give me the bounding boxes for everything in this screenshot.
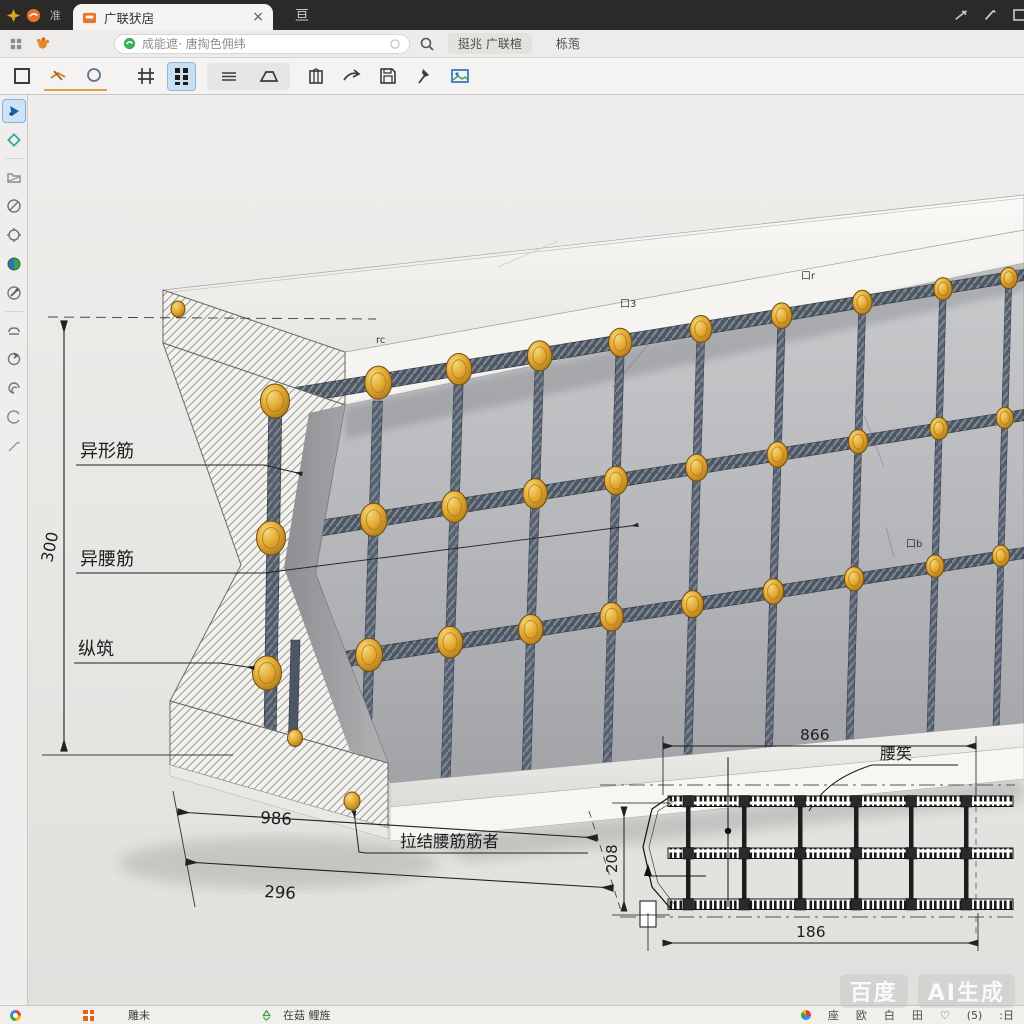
pencil-icon[interactable] bbox=[983, 8, 997, 22]
toolbar-layers-button[interactable] bbox=[215, 63, 242, 90]
favorite-paw-icon[interactable] bbox=[35, 36, 50, 51]
status-left-label: 雕未 bbox=[128, 1007, 150, 1023]
detail-dim-top-text: 866 bbox=[800, 726, 830, 744]
toolbar-pin-button[interactable] bbox=[410, 63, 437, 90]
address-action-button[interactable]: 挺兆 广联楦 bbox=[448, 33, 532, 54]
status-glyph[interactable]: 白 bbox=[884, 1007, 895, 1023]
watermark-suffix: AI生成 bbox=[918, 974, 1015, 1008]
recycle-icon bbox=[260, 1009, 273, 1022]
toolbar-image-button[interactable] bbox=[446, 63, 473, 90]
status-left-label-2: 在菇 鲤旌 bbox=[283, 1007, 331, 1023]
label-detail-waist: 腰笶 bbox=[880, 744, 912, 763]
toolbar-warm-group bbox=[44, 61, 107, 91]
toolbar-trapezoid-button[interactable] bbox=[255, 63, 282, 90]
beam-drawing: 300 异形筋 异腰筋 纵筑 拉结腰筋筋者 986 296 口r 口3 rc bbox=[28, 95, 1024, 1005]
sidebar-stack-tool[interactable] bbox=[3, 319, 25, 341]
status-glyph[interactable]: 座 bbox=[828, 1007, 839, 1023]
app-tab-icon bbox=[82, 10, 97, 25]
status-glyph[interactable]: :日 bbox=[999, 1007, 1014, 1023]
toolbar-section-tool-button[interactable] bbox=[44, 61, 71, 88]
sidebar-globe-tool[interactable] bbox=[3, 253, 25, 275]
spark-icon bbox=[6, 8, 21, 23]
toolbar-grid-axes-button[interactable] bbox=[132, 63, 159, 90]
watermark-brand: 百度 bbox=[840, 974, 908, 1008]
toolbar-jump-arrow-button[interactable] bbox=[338, 63, 365, 90]
beam-3d-view bbox=[118, 195, 1024, 889]
svg-text:口3: 口3 bbox=[620, 299, 636, 310]
window-control-icon[interactable] bbox=[1012, 8, 1024, 22]
tab-close-button[interactable]: × bbox=[252, 10, 264, 24]
label-waist-rebar: 异腰筋 bbox=[80, 549, 134, 570]
url-text: 成能遮· 唐掏色佣纬 bbox=[142, 35, 246, 52]
browser-colorwheel-icon[interactable] bbox=[10, 1010, 21, 1021]
site-badge-icon bbox=[123, 37, 136, 50]
label-tie-rebar: 拉结腰筋筋者 bbox=[400, 832, 499, 851]
label-profile-rebar: 异形筋 bbox=[80, 441, 134, 462]
address-secondary-button[interactable]: 栎萢 bbox=[556, 35, 580, 52]
dim-height-text: 300 bbox=[37, 530, 62, 564]
ghost-tab-label[interactable]: 亘 bbox=[295, 5, 309, 25]
model-viewport[interactable]: 300 异形筋 异腰筋 纵筑 拉结腰筋筋者 986 296 口r 口3 rc bbox=[28, 95, 1024, 1005]
detail-dim-bottom-text: 186 bbox=[796, 923, 826, 941]
reload-icon[interactable] bbox=[389, 38, 401, 50]
tab-title: 广联犾扂 bbox=[104, 8, 245, 27]
status-glyph[interactable]: 欧 bbox=[856, 1007, 867, 1023]
browser-tab[interactable]: 广联犾扂 × bbox=[73, 4, 273, 30]
toolbar-select-button[interactable] bbox=[8, 63, 35, 90]
svg-text:rc: rc bbox=[376, 335, 385, 346]
label-longitudinal: 纵筑 bbox=[78, 639, 114, 660]
apps-grid-icon[interactable] bbox=[9, 37, 23, 51]
status-glyph[interactable]: 田 bbox=[912, 1007, 923, 1023]
share-arrow-icon[interactable] bbox=[954, 8, 968, 22]
watermark: 百度 AI生成 bbox=[840, 974, 1015, 1008]
sidebar-forbid-tool[interactable] bbox=[3, 195, 25, 217]
toolbar-orbit-button[interactable] bbox=[80, 61, 107, 88]
titlebar-right-controls bbox=[954, 8, 1024, 22]
status-right-icons: 座 欧 白 田 ♡ (5) :日 bbox=[801, 1007, 1014, 1023]
toolbar-cage-button[interactable] bbox=[302, 63, 329, 90]
tool-sidebar bbox=[0, 95, 28, 1005]
url-search-input[interactable]: 成能遮· 唐掏色佣纬 bbox=[114, 34, 410, 54]
sidebar-gear-tool[interactable] bbox=[3, 224, 25, 246]
application-window: 准 广联犾扂 × 亘 bbox=[0, 0, 1024, 1024]
sidebar-pin-tool[interactable] bbox=[3, 282, 25, 304]
detail-dim-side-text: 208 bbox=[603, 844, 621, 873]
sidebar-pencil-tool[interactable] bbox=[3, 435, 25, 457]
sidebar-diamond-tool[interactable] bbox=[3, 129, 25, 151]
titlebar-mark: 准 bbox=[50, 7, 61, 23]
sidebar-divider bbox=[5, 311, 23, 312]
dim-bottom-width-text: 296 bbox=[264, 882, 297, 903]
status-glyph[interactable]: (5) bbox=[967, 1009, 983, 1022]
svg-text:口r: 口r bbox=[801, 271, 816, 282]
browser-logo-icon bbox=[26, 8, 41, 23]
office-grid-icon[interactable] bbox=[83, 1010, 94, 1021]
toolbar-view-group bbox=[207, 63, 290, 90]
sidebar-shell-tool[interactable] bbox=[3, 377, 25, 399]
sidebar-arc-tool[interactable] bbox=[3, 406, 25, 428]
status-glyph[interactable]: ♡ bbox=[940, 1009, 950, 1022]
search-icon[interactable] bbox=[419, 36, 435, 52]
address-bar: 成能遮· 唐掏色佣纬 挺兆 广联楦 栎萢 bbox=[0, 30, 1024, 58]
svg-text:口b: 口b bbox=[906, 539, 922, 550]
sidebar-divider bbox=[5, 158, 23, 159]
sidebar-play-tool[interactable] bbox=[3, 100, 25, 122]
main-toolbar bbox=[0, 58, 1024, 95]
title-bar: 准 广联犾扂 × 亘 bbox=[0, 0, 1024, 30]
sidebar-rotate-tool[interactable] bbox=[3, 348, 25, 370]
sidebar-folder-tool[interactable] bbox=[3, 166, 25, 188]
color-dot-icon bbox=[801, 1010, 811, 1020]
dim-top-width-text: 986 bbox=[260, 808, 293, 829]
toolbar-rebar-grid-button[interactable] bbox=[168, 63, 195, 90]
toolbar-save-button[interactable] bbox=[374, 63, 401, 90]
